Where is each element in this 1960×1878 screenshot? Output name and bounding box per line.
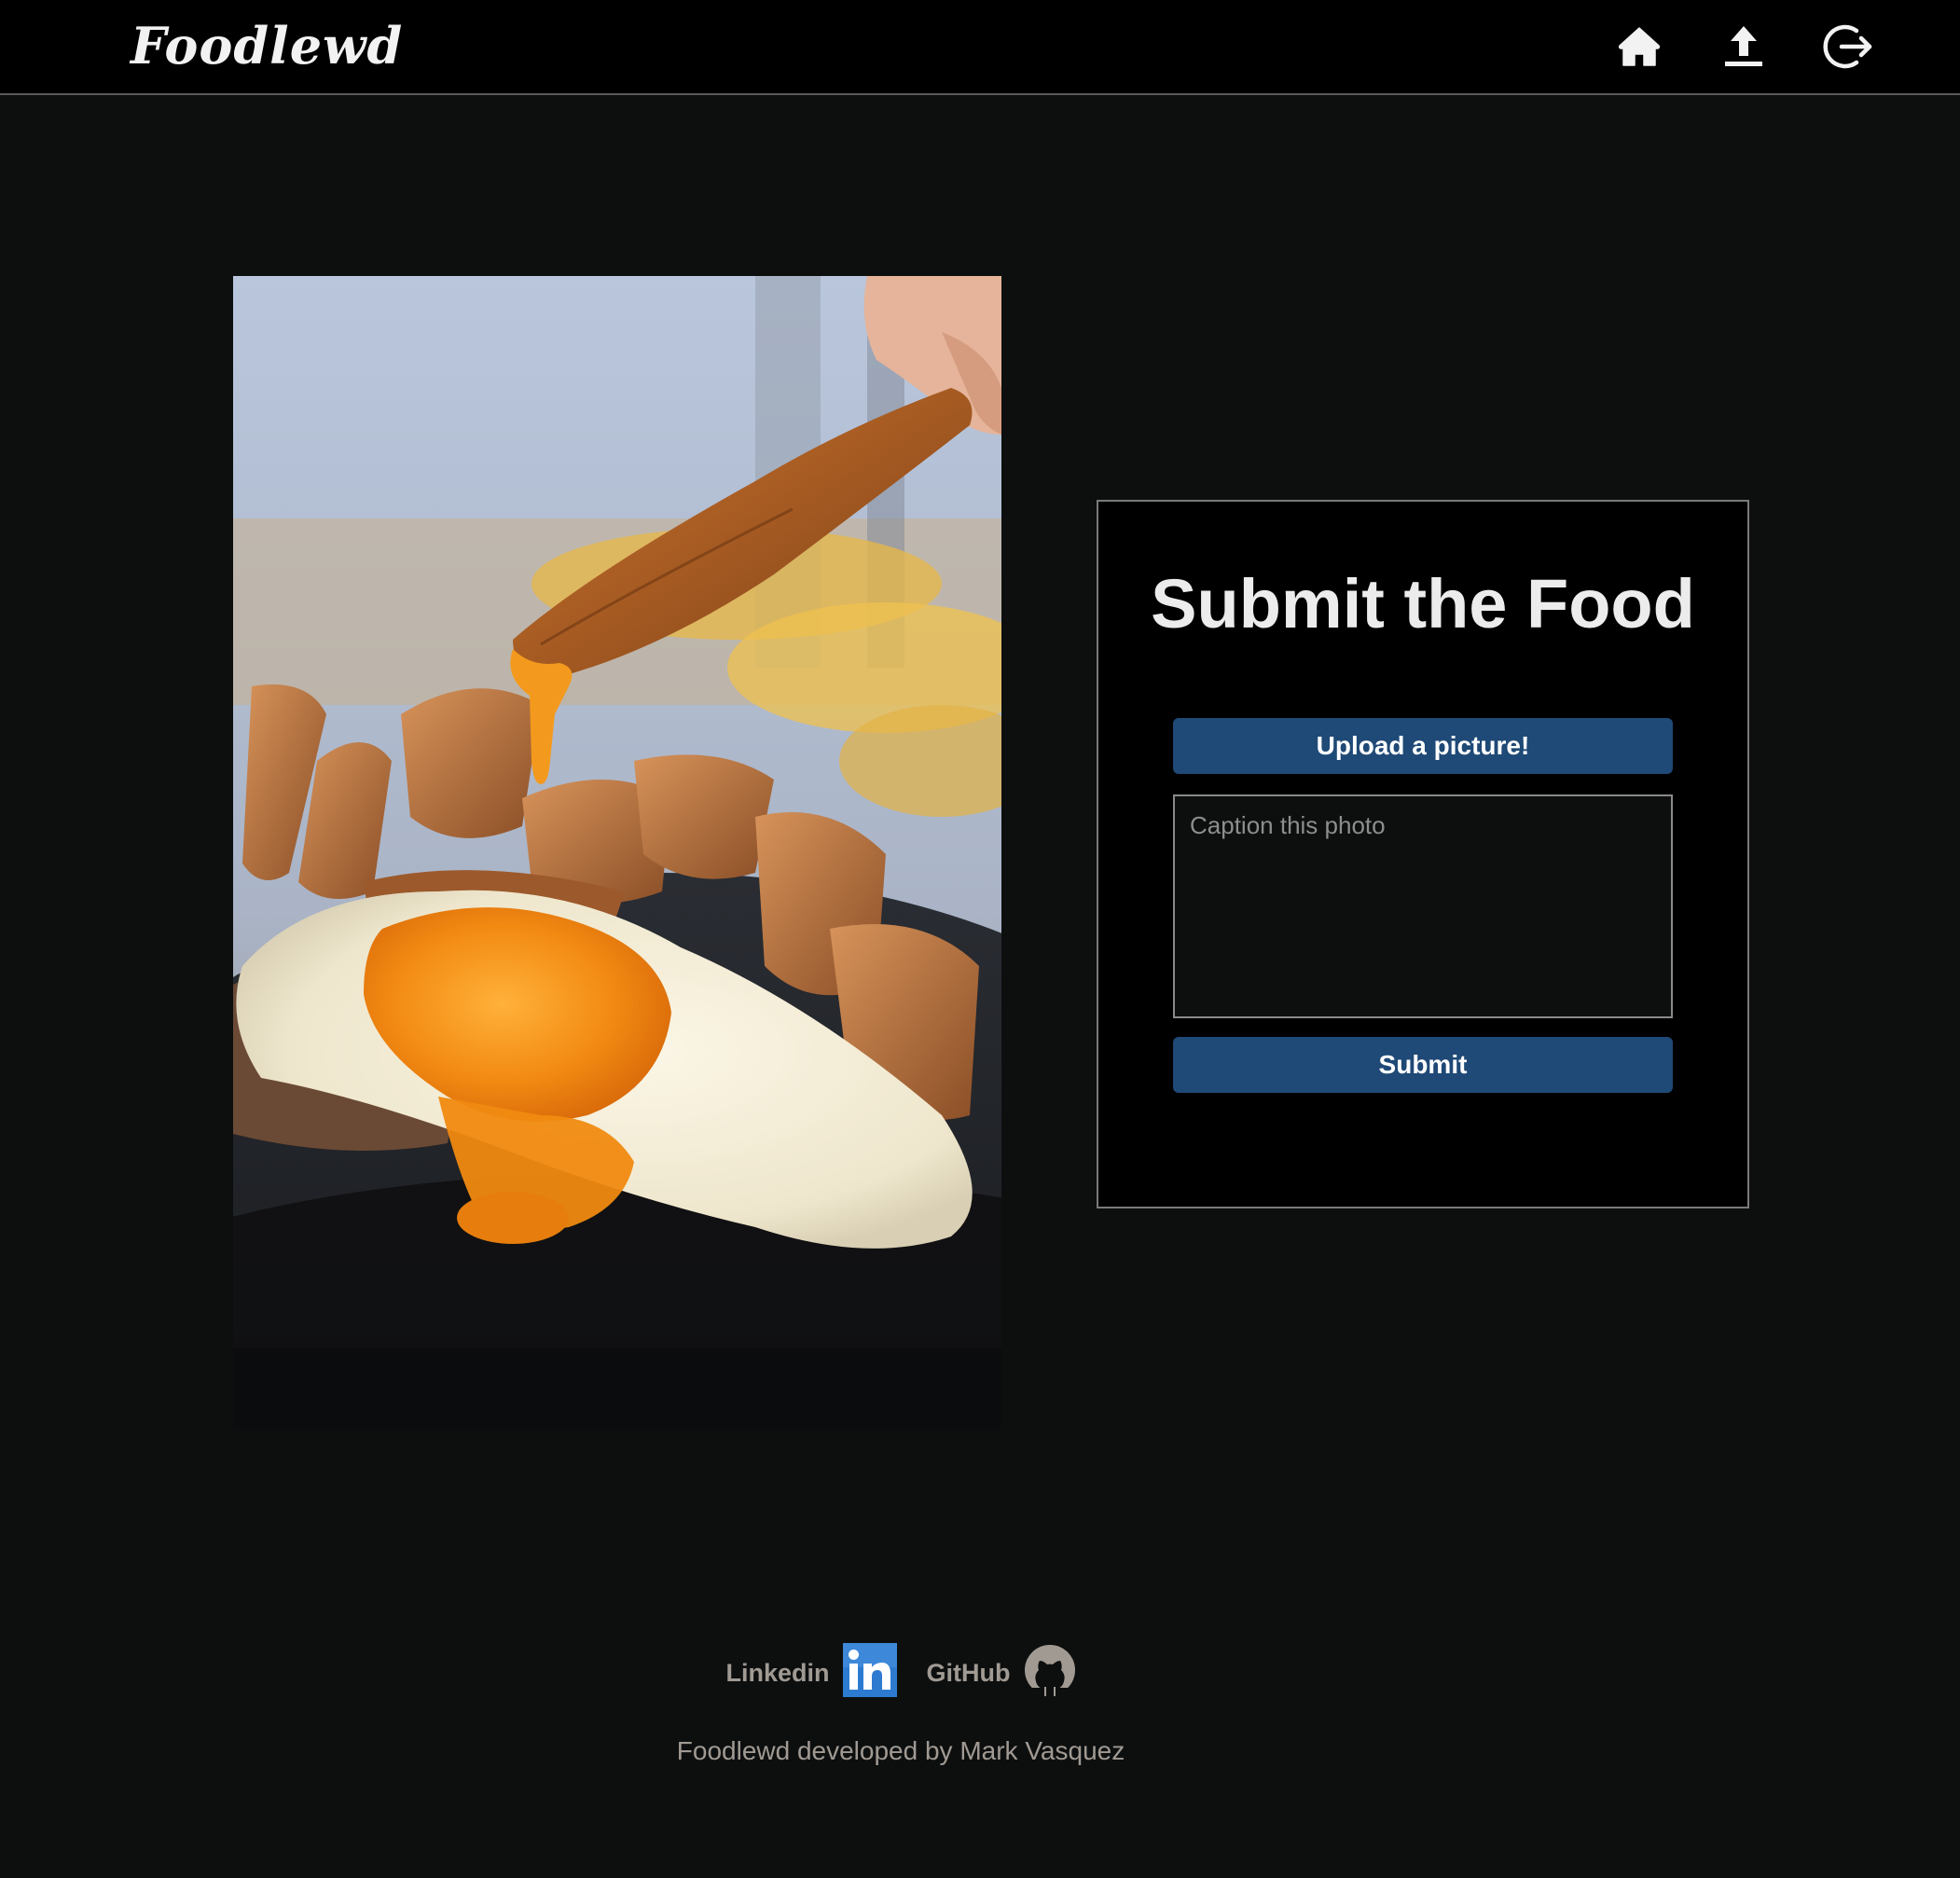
home-icon[interactable] <box>1609 17 1669 76</box>
github-link-label: GitHub <box>926 1658 1011 1687</box>
submit-food-card: Submit the Food Upload a picture! Submit <box>1097 500 1749 1208</box>
brand-logo[interactable]: Foodlewd <box>131 13 403 78</box>
submit-button[interactable]: Submit <box>1173 1037 1673 1093</box>
linkedin-link-label: Linkedin <box>725 1658 830 1687</box>
github-icon <box>1023 1644 1076 1703</box>
upload-picture-button[interactable]: Upload a picture! <box>1173 718 1673 774</box>
github-link[interactable]: GitHub <box>927 1644 1076 1703</box>
top-nav-bar: Foodlewd <box>0 0 1960 95</box>
food-photo <box>233 276 1001 1429</box>
linkedin-icon <box>842 1642 897 1704</box>
caption-input[interactable] <box>1173 794 1673 1018</box>
linkedin-link[interactable]: Linkedin <box>725 1642 897 1704</box>
form-title: Submit the Food <box>1151 565 1695 642</box>
upload-icon[interactable] <box>1714 17 1774 76</box>
logout-icon[interactable] <box>1818 17 1878 76</box>
footer-links: Linkedin GitHub <box>0 1642 1960 1704</box>
footer-credit: Foodlewd developed by Mark Vasquez <box>676 1736 1125 1765</box>
